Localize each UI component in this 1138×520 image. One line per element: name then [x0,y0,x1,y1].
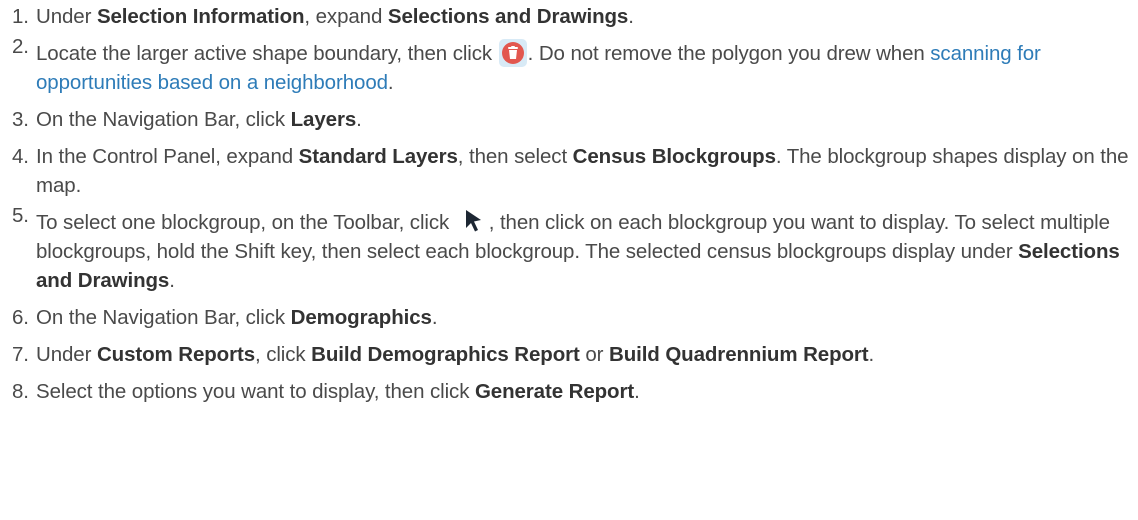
step-text: In the Control Panel, expand [36,145,299,168]
step-text: , expand [304,5,388,28]
step-number: 3. [12,108,29,131]
ui-term: Selection Information [96,5,305,28]
delete-icon [498,39,527,67]
step-6: 6. On the Navigation Bar, click Demograp… [12,303,1138,332]
ui-term: Census Blockgroups [572,145,776,168]
step-text: or [579,343,609,366]
step-text: Locate the larger active shape boundary,… [36,42,498,65]
step-number: 2. [12,35,29,58]
step-5: 5. To select one blockgroup, on the Tool… [12,204,1138,295]
step-text: , then select [457,145,573,168]
pointer-icon [461,208,485,234]
step-text: . [356,108,362,131]
step-text: . [628,5,634,28]
ui-term: Demographics [290,306,432,329]
step-text: . [169,269,175,292]
ui-term: Selections and Drawings [387,5,629,28]
step-2: 2. Locate the larger active shape bounda… [12,35,1138,97]
step-text: On the Navigation Bar, click [36,306,291,329]
step-text: On the Navigation Bar, click [36,108,291,131]
step-text: . [431,306,438,329]
step-number: 5. [12,204,29,227]
step-text: , click [255,343,312,366]
step-3: 3. On the Navigation Bar, click Layers. [12,105,1138,134]
step-text: . [868,343,875,366]
step-text: Under [36,5,97,28]
ui-term: Layers [290,108,357,131]
step-text: To select one blockgroup, on the Toolbar… [36,211,455,234]
ui-term: Build Quadrennium Report [608,343,869,366]
step-number: 7. [12,343,29,366]
step-text: . [634,380,640,403]
step-number: 4. [12,145,29,168]
ui-term: Generate Report [474,380,635,403]
instruction-list: 1. Under Selection Information, expand S… [0,0,1138,406]
ui-term: Standard Layers [298,145,458,168]
step-1: 1. Under Selection Information, expand S… [12,2,1138,31]
step-text: . Do not remove the polygon you drew whe… [527,42,931,65]
ui-term: Custom Reports [96,343,255,366]
step-text: Select the options you want to display, … [36,380,475,403]
step-text: . [387,71,394,94]
ui-term: Build Demographics Report [311,343,580,366]
step-number: 6. [12,306,29,329]
step-text: Under [36,343,97,366]
step-4: 4. In the Control Panel, expand Standard… [12,142,1138,200]
step-8: 8. Select the options you want to displa… [12,377,1138,406]
step-7: 7. Under Custom Reports, click Build Dem… [12,340,1138,369]
step-number: 8. [12,380,29,403]
step-number: 1. [12,5,29,28]
